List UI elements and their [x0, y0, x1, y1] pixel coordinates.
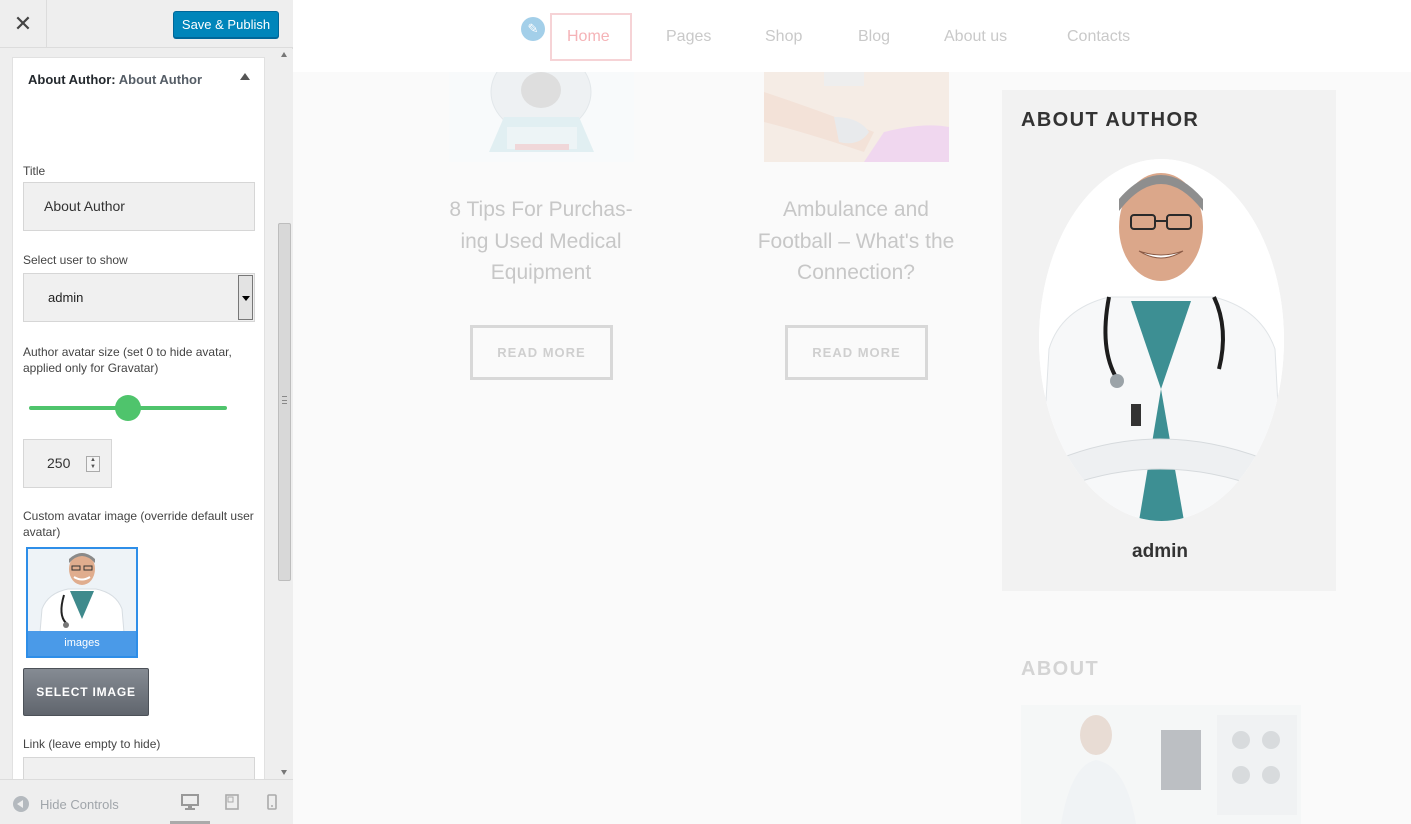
- customizer-sidebar: ✕ Save & Publish About Author: About Aut…: [0, 0, 293, 824]
- post-title[interactable]: Ambulance and Football – What's the Conn…: [756, 194, 956, 289]
- nav-item-home[interactable]: Home: [567, 28, 610, 46]
- mobile-preview-icon[interactable]: [252, 794, 292, 824]
- sidebar-scrollbar[interactable]: [277, 49, 293, 779]
- close-icon: ✕: [13, 11, 33, 36]
- widget-title: ABOUT AUTHOR: [1021, 109, 1200, 131]
- read-more-button[interactable]: READ MORE: [785, 325, 928, 380]
- patient-hand-image: [764, 72, 949, 162]
- nav-item-contacts[interactable]: Contacts: [1067, 28, 1130, 46]
- dropdown-arrow-icon[interactable]: [238, 275, 253, 320]
- customizer-header: ✕ Save & Publish: [0, 0, 293, 48]
- customizer-controls: About Author: About Author Title About A…: [0, 49, 277, 779]
- title-label: Title: [23, 164, 46, 178]
- avatar-size-value: 250: [47, 455, 71, 471]
- title-input[interactable]: About Author: [23, 182, 255, 231]
- collapse-up-icon[interactable]: [240, 73, 250, 80]
- widget-section-header[interactable]: About Author: About Author: [12, 57, 265, 100]
- author-avatar: [1039, 159, 1284, 521]
- nav-item-about-us[interactable]: About us: [944, 28, 1007, 46]
- about-widget-title: ABOUT: [1021, 658, 1100, 680]
- post-title[interactable]: 8 Tips For Purchas-ing Used Medical Equi…: [441, 194, 641, 289]
- avatar-caption: images: [28, 631, 136, 656]
- nav-item-blog[interactable]: Blog: [858, 28, 890, 46]
- number-stepper[interactable]: ▲ ▼: [86, 456, 100, 472]
- select-image-button[interactable]: SELECT IMAGE: [23, 668, 149, 716]
- custom-avatar-thumbnail[interactable]: images: [26, 547, 138, 658]
- user-select[interactable]: admin: [23, 273, 255, 322]
- nav-item-shop[interactable]: Shop: [765, 28, 802, 46]
- customizer-screen: ✕ Save & Publish About Author: About Aut…: [0, 0, 1411, 824]
- mri-machine-image: [449, 72, 634, 162]
- avatar-size-label: Author avatar size (set 0 to hide avatar…: [23, 345, 232, 375]
- user-select-value: admin: [48, 290, 84, 305]
- doctor-portrait-image: [1039, 159, 1284, 521]
- grip-icon: [282, 396, 287, 404]
- widget-instance-title: About Author: [118, 72, 203, 87]
- scroll-down-icon[interactable]: [281, 770, 287, 775]
- nav-item-pages[interactable]: Pages: [666, 28, 711, 46]
- about-author-widget[interactable]: ABOUT AUTHOR admin: [1002, 90, 1336, 591]
- customizer-footer: Hide Controls: [0, 779, 293, 824]
- save-publish-button[interactable]: Save & Publish: [173, 11, 279, 38]
- close-customizer-button[interactable]: ✕: [0, 0, 47, 48]
- custom-avatar-label: Custom avatar image (override default us…: [23, 509, 254, 539]
- avatar-size-slider-handle[interactable]: [115, 395, 141, 421]
- desktop-preview-icon[interactable]: [170, 794, 210, 824]
- user-select-label: Select user to show: [23, 253, 128, 267]
- post-thumbnail[interactable]: [449, 72, 634, 162]
- medical-staff-image: [1021, 705, 1301, 824]
- read-more-button[interactable]: READ MORE: [470, 325, 613, 380]
- edit-shortcut-pencil-icon[interactable]: ✎: [521, 17, 545, 41]
- link-label: Link (leave empty to hide): [23, 737, 161, 751]
- tablet-preview-icon[interactable]: [212, 794, 252, 824]
- widget-section-title: About Author: About Author: [28, 72, 202, 87]
- widget-type-label: About Author:: [28, 72, 116, 87]
- scroll-up-icon[interactable]: [281, 52, 287, 57]
- stepper-down-icon[interactable]: ▼: [87, 464, 99, 471]
- avatar-size-input[interactable]: 250 ▲ ▼: [23, 439, 112, 488]
- collapse-left-icon[interactable]: [13, 796, 29, 812]
- about-gallery-image[interactable]: [1021, 705, 1301, 824]
- link-input[interactable]: [23, 757, 255, 779]
- main-navigation: ✎ Home Pages Shop Blog About us Contacts: [293, 0, 1411, 72]
- site-preview: ✎ Home Pages Shop Blog About us Contacts…: [293, 0, 1411, 824]
- author-name: admin: [1132, 541, 1188, 562]
- stepper-up-icon[interactable]: ▲: [87, 457, 99, 464]
- scrollbar-thumb[interactable]: [278, 223, 291, 581]
- widget-form: Title About Author Select user to show a…: [12, 100, 265, 779]
- hide-controls-button[interactable]: Hide Controls: [40, 797, 119, 812]
- post-thumbnail[interactable]: [764, 72, 949, 162]
